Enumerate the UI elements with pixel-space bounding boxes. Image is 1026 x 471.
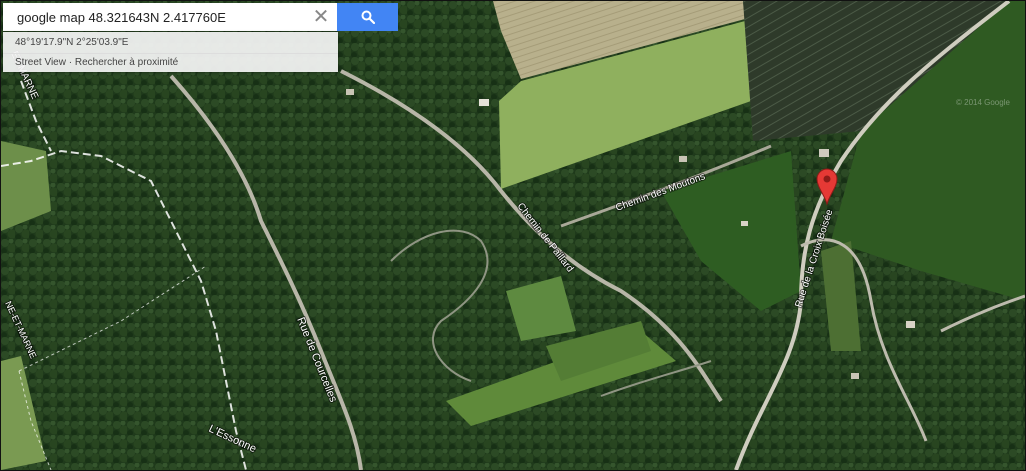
result-actions: Street View · Rechercher à proximité: [3, 54, 338, 72]
search-box: ✕: [3, 3, 337, 31]
search-button[interactable]: [337, 3, 398, 31]
building: [346, 89, 354, 95]
building: [906, 321, 915, 328]
result-panel: 48°19'17.9"N 2°25'03.9"E Street View · R…: [3, 32, 338, 72]
map-frame: Rue de Courcelles Chemin de Paillard Che…: [0, 0, 1026, 471]
search-icon: [361, 10, 375, 24]
building: [741, 221, 748, 226]
building: [679, 156, 687, 162]
coordinates-text[interactable]: 48°19'17.9"N 2°25'03.9"E: [3, 32, 338, 54]
action-separator: ·: [65, 57, 75, 68]
building: [479, 99, 489, 106]
street-view-link[interactable]: Street View: [15, 57, 66, 68]
building: [851, 373, 859, 379]
search-nearby-link[interactable]: Rechercher à proximité: [75, 57, 178, 68]
building: [819, 149, 829, 157]
search-input[interactable]: [3, 3, 303, 31]
close-icon[interactable]: ✕: [309, 5, 333, 29]
map-watermark: © 2014 Google: [956, 98, 1010, 107]
